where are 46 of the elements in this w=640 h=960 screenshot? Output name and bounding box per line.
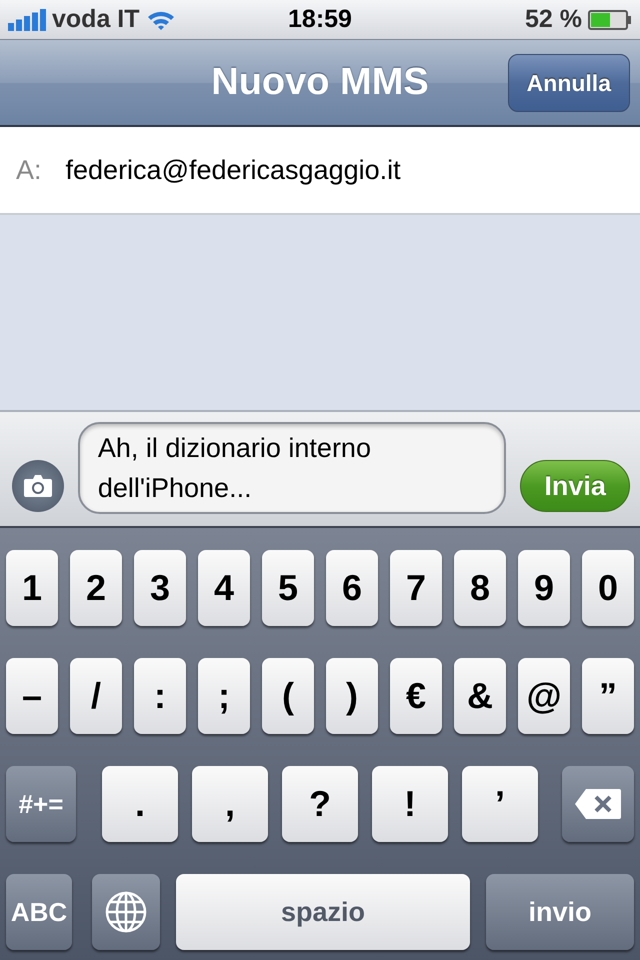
- key[interactable]: 2: [70, 550, 122, 626]
- key[interactable]: ”: [582, 658, 634, 734]
- cancel-button[interactable]: Annulla: [508, 54, 630, 112]
- delete-icon: [574, 788, 622, 820]
- key[interactable]: #+=: [6, 766, 76, 842]
- key[interactable]: :: [134, 658, 186, 734]
- key[interactable]: @: [518, 658, 570, 734]
- key[interactable]: ;: [198, 658, 250, 734]
- return-key[interactable]: invio: [486, 874, 634, 950]
- recipient-address[interactable]: federica@federicasgaggio.it: [66, 154, 401, 186]
- key[interactable]: .: [102, 766, 178, 842]
- send-button[interactable]: Invia: [520, 460, 630, 512]
- key[interactable]: 6: [326, 550, 378, 626]
- key[interactable]: ): [326, 658, 378, 734]
- key[interactable]: ABC: [6, 874, 72, 950]
- key[interactable]: ?: [282, 766, 358, 842]
- space-key[interactable]: spazio: [176, 874, 470, 950]
- clock: 18:59: [288, 5, 352, 33]
- message-field[interactable]: Ah, il dizionario interno dell'iPhone...: [78, 422, 506, 514]
- camera-icon: [22, 474, 53, 498]
- globe-key[interactable]: [92, 874, 160, 950]
- key[interactable]: 7: [390, 550, 442, 626]
- globe-icon: [105, 891, 147, 933]
- key[interactable]: !: [372, 766, 448, 842]
- key[interactable]: 5: [262, 550, 314, 626]
- key[interactable]: 4: [198, 550, 250, 626]
- signal-icon: [8, 8, 46, 30]
- key[interactable]: 8: [454, 550, 506, 626]
- key[interactable]: €: [390, 658, 442, 734]
- key[interactable]: ,: [192, 766, 268, 842]
- key[interactable]: &: [454, 658, 506, 734]
- key[interactable]: /: [70, 658, 122, 734]
- key[interactable]: 0: [582, 550, 634, 626]
- key[interactable]: 3: [134, 550, 186, 626]
- key[interactable]: –: [6, 658, 58, 734]
- camera-button[interactable]: [12, 460, 64, 512]
- key[interactable]: 9: [518, 550, 570, 626]
- battery-icon: [588, 8, 632, 30]
- key[interactable]: (: [262, 658, 314, 734]
- carrier-name: voda IT: [52, 5, 140, 34]
- key[interactable]: ’: [462, 766, 538, 842]
- screen-title: Nuovo MMS: [211, 61, 429, 104]
- recipient-label: A:: [16, 154, 42, 186]
- key[interactable]: 1: [6, 550, 58, 626]
- delete-key[interactable]: [562, 766, 634, 842]
- battery-percentage: 52 %: [525, 5, 582, 34]
